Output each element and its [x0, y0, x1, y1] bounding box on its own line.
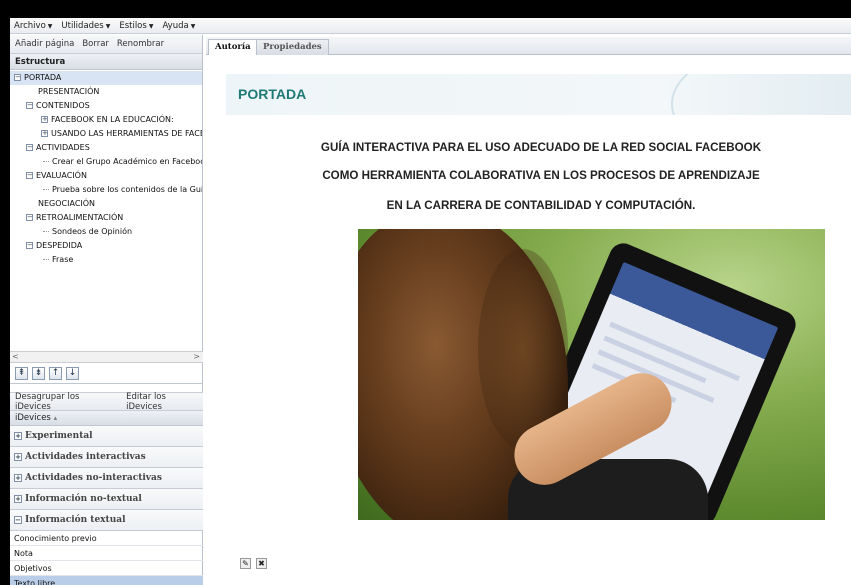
scroll-right-icon[interactable]: >: [193, 352, 200, 362]
structure-tree: − PORTADA PRESENTACIÓN − CONTENIDOS + FACEB…: [10, 70, 202, 309]
tree-node-actividades[interactable]: − ACTIVIDADES: [26, 141, 90, 155]
collapse-icon[interactable]: −: [26, 102, 33, 109]
tree-line-icon: [43, 189, 49, 190]
tree-node-frase[interactable]: Frase: [43, 253, 73, 267]
caret-down-icon: ▼: [47, 22, 53, 30]
collapse-icon: −: [14, 515, 22, 524]
left-panel: Añadir página Borrar Renombrar Estructur…: [10, 35, 203, 585]
page-header-band: PORTADA: [226, 74, 851, 115]
idevice-texto-libre[interactable]: Texto libre: [10, 576, 203, 585]
edit-pencil-icon[interactable]: ✎: [240, 558, 251, 569]
menu-ayuda[interactable]: Ayuda ▼: [162, 21, 195, 31]
menu-estilos[interactable]: Estilos ▼: [119, 21, 153, 31]
tree-line-icon: [43, 259, 49, 260]
category-informacion-textual[interactable]: − Información textual: [10, 510, 203, 531]
idevice-nota[interactable]: Nota: [10, 546, 203, 561]
collapse-icon[interactable]: −: [26, 242, 33, 249]
promote-node-icon[interactable]: ⇞: [15, 366, 28, 380]
headline-line-1: GUÍA INTERACTIVA PARA EL USO ADECUADO DE…: [320, 141, 762, 154]
idevices-toolbar: Desagrupar los iDevices Editar los iDevi…: [10, 392, 203, 412]
idevices-title[interactable]: iDevices ▴: [10, 411, 203, 426]
tree-node-crear-grupo[interactable]: Crear el Grupo Académico en Facebook: [43, 155, 202, 169]
expand-icon: +: [14, 431, 22, 440]
demote-node-icon[interactable]: ⇟: [32, 366, 45, 380]
tree-node-facebook-educacion[interactable]: + FACEBOOK EN LA EDUCACIÓN:: [41, 113, 174, 127]
ungroup-idevices-button[interactable]: Desagrupar los iDevices: [15, 392, 116, 412]
tree-node-negociacion[interactable]: NEGOCIACIÓN: [38, 197, 95, 211]
expand-icon: +: [14, 494, 22, 503]
menu-bar: Archivo ▼ Utilidades ▼ Estilos ▼ Ayuda ▼: [10, 18, 851, 34]
node-move-toolbar: ⇞ ⇟ ↑ ↓: [10, 362, 203, 384]
tree-node-portada[interactable]: − PORTADA: [10, 71, 202, 85]
idevice-edit-controls: ✎ ✖: [240, 558, 267, 569]
tree-node-contenidos[interactable]: − CONTENIDOS: [26, 99, 90, 113]
caret-down-icon: ▼: [148, 22, 154, 30]
caret-down-icon: ▼: [105, 22, 111, 30]
delete-button[interactable]: Borrar: [82, 39, 109, 49]
app-window: Archivo ▼ Utilidades ▼ Estilos ▼ Ayuda ▼ Aña…: [10, 18, 851, 585]
woman-using-tablet-photo: [358, 229, 825, 520]
collapse-icon[interactable]: −: [26, 144, 33, 151]
caret-down-icon: ▼: [190, 22, 196, 30]
tree-node-usando-herramientas[interactable]: + USANDO LAS HERRAMIENTAS DE FACEB: [41, 127, 202, 141]
expand-icon: +: [14, 473, 22, 482]
header-decoration: [671, 74, 851, 115]
category-experimental[interactable]: + Experimental: [10, 426, 203, 447]
menu-utilidades[interactable]: Utilidades ▼: [61, 21, 110, 31]
category-actividades-interactivas[interactable]: + Actividades interactivas: [10, 447, 203, 468]
tree-line-icon: [43, 231, 49, 232]
edit-idevices-button[interactable]: Editar los iDevices: [126, 392, 203, 412]
sort-up-icon: ▴: [53, 414, 58, 422]
tab-propiedades[interactable]: Propiedades: [256, 39, 329, 55]
rename-button[interactable]: Renombrar: [117, 39, 164, 49]
collapse-icon[interactable]: −: [26, 172, 33, 179]
headline-line-2: COMO HERRAMIENTA COLABORATIVA EN LOS PRO…: [322, 169, 760, 182]
outline-toolbar: Añadir página Borrar Renombrar: [10, 35, 202, 54]
tree-node-evaluacion[interactable]: − EVALUACIÓN: [26, 169, 87, 183]
tab-bar: Autoría Propiedades: [206, 37, 851, 55]
collapse-icon[interactable]: −: [26, 214, 33, 221]
tree-node-retroalimentacion[interactable]: − RETROALIMENTACIÓN: [26, 211, 123, 225]
tree-node-sondeos[interactable]: Sondeos de Opinión: [43, 225, 132, 239]
tree-node-presentacion[interactable]: PRESENTACIÓN: [38, 85, 99, 99]
authoring-content: PORTADA GUÍA INTERACTIVA PARA EL USO ADE…: [206, 56, 851, 585]
tree-line-icon: [43, 161, 49, 162]
collapse-icon[interactable]: −: [14, 74, 21, 81]
category-actividades-no-interactivas[interactable]: + Actividades no-interactivas: [10, 468, 203, 489]
idevice-objetivos[interactable]: Objetivos: [10, 561, 203, 576]
add-page-button[interactable]: Añadir página: [15, 39, 74, 49]
structure-title: Estructura: [10, 54, 202, 70]
delete-x-icon[interactable]: ✖: [256, 558, 267, 569]
scroll-left-icon[interactable]: <: [12, 352, 19, 362]
page-title: PORTADA: [238, 86, 307, 102]
horizontal-scrollbar[interactable]: < >: [10, 351, 203, 362]
expand-icon: +: [14, 452, 22, 461]
menu-archivo[interactable]: Archivo ▼: [14, 21, 52, 31]
tab-autoria[interactable]: Autoría: [208, 39, 258, 55]
headline-line-3: EN LA CARRERA DE CONTABILIDAD Y COMPUTAC…: [386, 199, 696, 212]
expand-icon[interactable]: +: [41, 130, 48, 137]
move-down-icon[interactable]: ↓: [66, 366, 79, 380]
move-up-icon[interactable]: ↑: [49, 366, 62, 380]
tree-node-prueba[interactable]: Prueba sobre los contenidos de la Guía: [43, 183, 202, 197]
expand-icon[interactable]: +: [41, 116, 48, 123]
idevice-conocimiento-previo[interactable]: Conocimiento previo: [10, 531, 203, 546]
tree-node-despedida[interactable]: − DESPEDIDA: [26, 239, 82, 253]
category-informacion-no-textual[interactable]: + Información no-textual: [10, 489, 203, 510]
